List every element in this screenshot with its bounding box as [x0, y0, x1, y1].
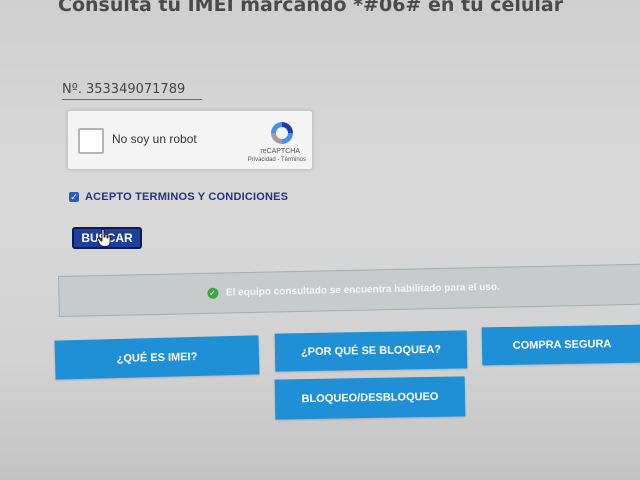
safe-purchase-button[interactable]: COMPRA SEGURA [481, 324, 640, 366]
recaptcha-label: No soy un robot [112, 132, 197, 146]
block-unblock-button[interactable]: BLOQUEO/DESBLOQUEO [274, 376, 466, 420]
status-message: El equipo consultado se encuentra habili… [225, 281, 500, 299]
why-blocked-button[interactable]: ¿POR QUÉ SE BLOQUEA? [274, 330, 468, 372]
terms-row: ✓ ACEPTO TERMINOS Y CONDICIONES [69, 191, 288, 203]
page-title: Consulta tu IMEI marcando *#06# en tu ce… [58, 0, 564, 16]
recaptcha-checkbox[interactable] [78, 128, 104, 154]
imei-prefix: Nº. [62, 82, 82, 97]
recaptcha-brand: reCAPTCHA [260, 148, 300, 155]
what-is-imei-button[interactable]: ¿QUÉ ES IMEI? [54, 335, 260, 380]
status-banner: ✓ El equipo consultado se encuentra habi… [58, 263, 640, 317]
imei-value: 353349071789 [85, 82, 186, 97]
check-circle-icon: ✓ [206, 287, 219, 299]
recaptcha-logo-icon [271, 122, 293, 144]
hand-cursor-icon [97, 229, 111, 247]
recaptcha-widget: No soy un robot reCAPTCHA Privacidad - T… [67, 110, 313, 170]
imei-input[interactable]: Nº. 353349071789 [62, 75, 202, 100]
recaptcha-links[interactable]: Privacidad - Términos [248, 157, 306, 163]
terms-checkbox[interactable]: ✓ [69, 192, 79, 202]
terms-label: ACEPTO TERMINOS Y CONDICIONES [85, 191, 289, 203]
